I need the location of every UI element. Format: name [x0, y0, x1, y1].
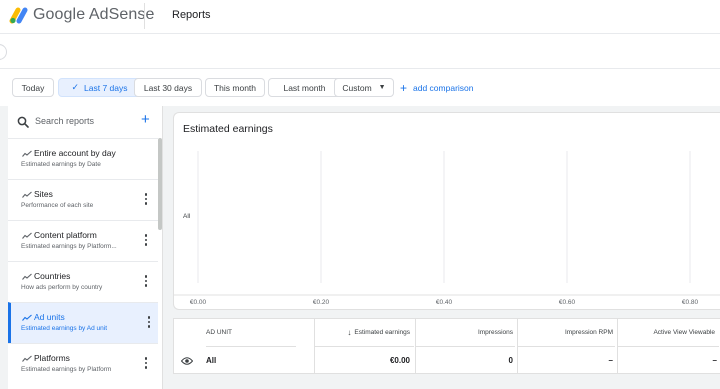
chip-last-7-days[interactable]: ✓ Last 7 days [58, 78, 141, 97]
column-label: Active View Viewable [653, 329, 715, 336]
chart-title: Estimated earnings [183, 123, 273, 135]
reports-sidebar: Search reports + Entire account by day Es… [8, 106, 163, 389]
report-title: Sites [34, 189, 53, 199]
column-label: Impressions [477, 329, 513, 336]
column-label: Estimated earnings [354, 329, 410, 336]
report-subtitle: Estimated earnings by Date [21, 161, 101, 168]
report-item[interactable]: Content platform Estimated earnings by Pl… [8, 220, 158, 261]
trend-line-icon [22, 232, 32, 239]
column-header-impressions[interactable]: Impressions [415, 319, 515, 347]
eye-icon [181, 356, 193, 365]
chip-label: Custom [342, 82, 372, 93]
visibility-toggle[interactable] [181, 347, 201, 374]
column-label: AD UNIT [206, 329, 232, 336]
chip-label: Last 30 days [143, 82, 193, 93]
report-item[interactable]: Platforms Estimated earnings by Platform [8, 343, 158, 384]
report-item[interactable]: Sites Performance of each site [8, 179, 158, 220]
adsense-logo-icon[interactable] [9, 6, 29, 24]
chip-label: Today [21, 82, 45, 93]
chip-label: Last month [283, 82, 326, 93]
column-label: Impression RPM [564, 329, 613, 336]
report-title: Content platform [34, 230, 97, 240]
chip-last-month[interactable]: Last month [268, 78, 341, 97]
report-search[interactable]: Search reports + [8, 106, 163, 138]
sub-toolbar [0, 33, 720, 69]
column-header-ad-unit[interactable]: AD UNIT [206, 319, 296, 347]
trend-line-icon [22, 150, 32, 157]
x-tick-label: €0.20 [313, 299, 330, 306]
row-impressions: 0 [508, 356, 513, 365]
row-active-view-viewable: – [712, 356, 717, 365]
add-report-button[interactable]: + [141, 112, 150, 127]
add-comparison-label: add comparison [413, 83, 474, 93]
column-header-active-view-viewable[interactable]: Active View Viewable [617, 319, 719, 347]
more-options-icon[interactable] [143, 275, 149, 289]
search-icon [17, 116, 29, 128]
report-subtitle: Performance of each site [21, 202, 94, 209]
check-icon: ✓ [71, 82, 80, 92]
more-options-icon[interactable] [146, 316, 152, 330]
sidebar-scrollbar[interactable] [158, 138, 162, 230]
add-comparison-link[interactable]: + add comparison [400, 79, 474, 97]
earnings-bar-chart: €0.00 €0.20 €0.40 €0.60 €0.80 All [174, 151, 720, 306]
custom-range-dropdown[interactable]: Custom ▼ [334, 78, 394, 97]
sort-descending-icon: ↓ [347, 328, 352, 337]
chip-today[interactable]: Today [12, 78, 54, 97]
plus-icon: + [400, 81, 408, 95]
header-divider [144, 3, 145, 29]
trend-line-icon [22, 314, 32, 321]
search-input[interactable]: Search reports [35, 116, 94, 126]
row-estimated-earnings: €0.00 [389, 356, 410, 365]
trend-line-icon [22, 355, 32, 362]
x-tick-label: €0.00 [190, 299, 207, 306]
report-subtitle: Estimated earnings by Platform... [21, 243, 117, 250]
report-title: Platforms [34, 353, 70, 363]
report-title: Entire account by day [34, 148, 116, 158]
page-title: Reports [172, 9, 211, 21]
more-options-icon[interactable] [143, 234, 149, 248]
nav-drawer-handle[interactable] [0, 44, 7, 60]
report-subtitle: How ads perform by country [21, 284, 103, 291]
brand-name: Google AdSense [33, 6, 155, 23]
report-item[interactable]: Entire account by day Estimated earnings … [8, 138, 158, 179]
report-item[interactable]: Ad units Estimated earnings by Ad unit [8, 302, 158, 343]
report-item[interactable]: Countries How ads perform by country [8, 261, 158, 302]
row-impression-rpm: – [608, 356, 613, 365]
dropdown-caret-icon: ▼ [378, 84, 386, 91]
category-label: All [183, 213, 191, 220]
chip-label: Last 7 days [84, 82, 128, 93]
more-options-icon[interactable] [143, 193, 149, 207]
x-tick-label: €0.80 [682, 299, 699, 306]
app-header: Google AdSense Reports [0, 0, 720, 33]
row-ad-unit: All [206, 356, 217, 365]
earnings-table: AD UNIT ↓ Estimated earnings Impressions… [173, 318, 720, 374]
report-title: Ad units [34, 312, 65, 322]
chip-this-month[interactable]: This month [205, 78, 265, 97]
x-tick-label: €0.40 [436, 299, 453, 306]
column-header-estimated-earnings[interactable]: ↓ Estimated earnings [314, 319, 414, 347]
report-title: Countries [34, 271, 71, 281]
report-subtitle: Estimated earnings by Platform [21, 366, 112, 373]
earnings-chart-card: Estimated earnings €0.00 €0.20 €0.40 €0.60 €… [173, 112, 720, 310]
trend-line-icon [22, 191, 32, 198]
chip-last-30-days[interactable]: Last 30 days [134, 78, 202, 97]
column-header-impression-rpm[interactable]: Impression RPM [517, 319, 615, 347]
more-options-icon[interactable] [143, 357, 149, 371]
x-tick-label: €0.60 [559, 299, 576, 306]
report-subtitle: Estimated earnings by Ad unit [21, 325, 107, 332]
chip-label: This month [213, 82, 257, 93]
trend-line-icon [22, 273, 32, 280]
